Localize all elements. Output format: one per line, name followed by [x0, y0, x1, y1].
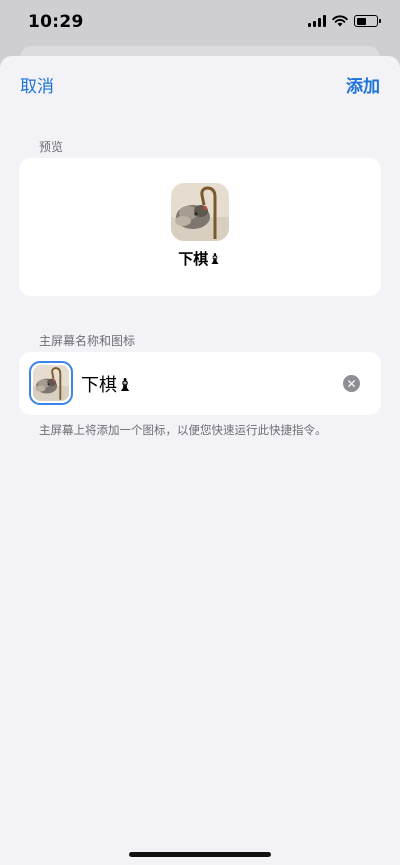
- status-bar: 10:29: [0, 0, 400, 46]
- status-icons: [308, 15, 381, 27]
- preview-card: 下棋♝: [19, 158, 381, 296]
- home-indicator[interactable]: [129, 852, 271, 857]
- name-and-icon-card: 下棋♝ ✕: [19, 352, 381, 415]
- cancel-button[interactable]: 取消: [20, 72, 54, 97]
- shortcut-thumbnail-icon: [33, 365, 69, 401]
- preview-section-title: 预览: [39, 140, 64, 154]
- status-time: 10:29: [28, 12, 84, 32]
- edit-icon-button[interactable]: [29, 361, 73, 405]
- wifi-icon: [332, 15, 348, 27]
- home-screen-section-title: 主屏幕名称和图标: [39, 334, 136, 348]
- cellular-signal-icon: [308, 15, 326, 27]
- shortcut-name-input[interactable]: 下棋♝: [81, 371, 133, 397]
- home-screen-footer-note: 主屏幕上将添加一个图标，以便您快速运行此快捷指令。: [39, 423, 327, 437]
- battery-icon: [354, 15, 381, 27]
- shortcut-app-icon: [171, 183, 229, 241]
- preview-shortcut-name: 下棋♝: [178, 250, 222, 268]
- add-button[interactable]: 添加: [346, 72, 380, 97]
- clear-icon[interactable]: ✕: [343, 375, 360, 392]
- battery-level: [356, 17, 367, 25]
- add-to-home-sheet: 取消 添加 预览 下棋♝ 主屏幕名称和图标 下棋♝ ✕ 主屏幕上将添加一个图标，…: [0, 56, 400, 865]
